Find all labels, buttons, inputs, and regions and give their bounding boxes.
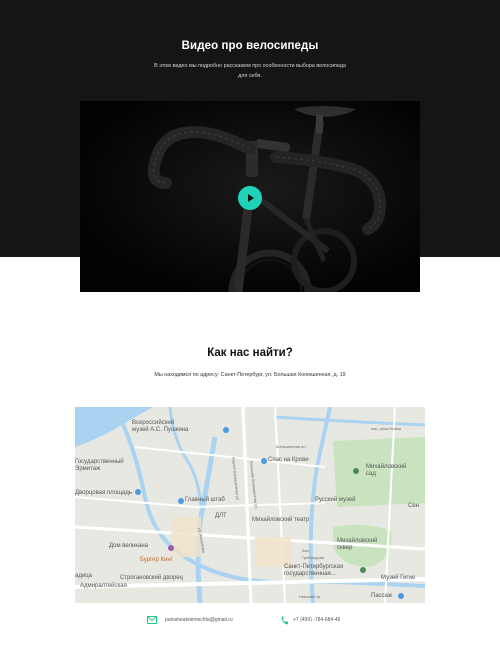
map-label-konyushennaya-square: Конюшенная пл. [276, 444, 307, 449]
map-label-left-edge: адица [75, 573, 92, 579]
shop-pin-icon[interactable] [398, 593, 404, 599]
map-label-russian-museum[interactable]: Русский музей [315, 497, 356, 504]
map-label-burger-king[interactable]: Бургер Кинг [140, 557, 173, 564]
map-label-griboedova: Кан. Грибоедова [302, 548, 324, 560]
play-icon [248, 194, 254, 202]
video-section-description: В этом видео мы подробно расскажем про о… [154, 63, 346, 79]
video-player[interactable] [80, 101, 420, 292]
mail-icon [147, 616, 157, 624]
map-label-dlt[interactable]: ДЛТ [215, 513, 227, 520]
square-pin-icon[interactable] [360, 567, 366, 573]
map-label-palace-square[interactable]: Дворцовая площадь [75, 490, 132, 497]
map-label-nevsky: Невский пр [299, 594, 320, 599]
map-label-singer-house[interactable]: Дом велнкана [109, 543, 148, 550]
map-canvas[interactable] [75, 407, 425, 603]
map-label-mikhailovsky-square[interactable]: Михайловский сквер [337, 538, 377, 552]
map-label-hermitage[interactable]: Государственный Эрмитаж [75, 459, 124, 473]
map-label-mikhailovsky-garden[interactable]: Михайловский сад [366, 464, 406, 478]
contact-email-text[interactable]: putosheatviemechta@gmail.ru [165, 617, 233, 623]
map-label-stroganov[interactable]: Строгановский дворец [120, 575, 183, 582]
landmark-pin-icon[interactable] [135, 489, 141, 495]
main-staff-pin-icon[interactable] [178, 498, 184, 504]
map-label-moika-embankment: нас. реки Мойки [371, 426, 402, 431]
place-pin-icon[interactable] [168, 545, 174, 551]
map-label-right-edge: Сен [408, 503, 419, 509]
map-label-main-staff[interactable]: Главный штаб [185, 497, 225, 504]
location-section-title: Как нас найти? [207, 347, 293, 359]
museum-pin-icon[interactable] [223, 427, 229, 433]
contact-phone-text[interactable]: +7 (499) -784-684-46 [293, 617, 340, 623]
map-label-philharmonic[interactable]: Санкт-Петербургская государственная... [284, 564, 343, 578]
map-label-hygiene-museum[interactable]: Музей Гигие [381, 575, 415, 582]
video-section-title: Видео про велосипеды [181, 40, 319, 52]
map-label-admiralty[interactable]: Адмиралтейская [80, 583, 127, 590]
location-address: Мы находимся по адресу: Санкт-Петербург,… [154, 372, 346, 378]
map-label-spas[interactable]: Спас на Крови [268, 457, 309, 464]
park-pin-icon[interactable] [353, 468, 359, 474]
phone-icon [281, 616, 288, 625]
play-button[interactable] [238, 186, 262, 210]
map-label-pushkin-museum[interactable]: Всероссийский музей А.С. Пушкина [132, 420, 188, 434]
church-pin-icon[interactable] [261, 458, 267, 464]
map-label-passage[interactable]: Пассаж [371, 593, 392, 600]
map[interactable]: Всероссийский музей А.С. Пушкина Государс… [75, 407, 425, 603]
map-label-mikhailovsky-theatre[interactable]: Михайловский театр [252, 517, 309, 524]
